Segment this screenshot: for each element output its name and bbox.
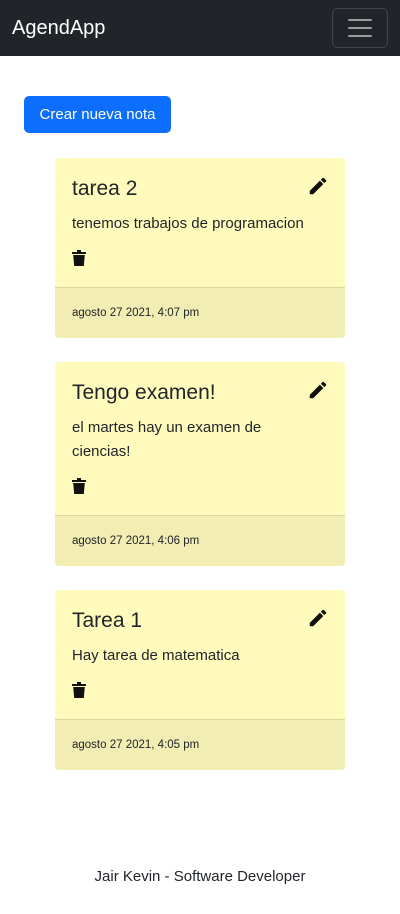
note-card: Tengo examen! el martes hay un examen de…	[55, 362, 345, 566]
note-date: agosto 27 2021, 4:06 pm	[72, 535, 200, 547]
trash-icon[interactable]	[72, 478, 86, 494]
note-date: agosto 27 2021, 4:05 pm	[72, 739, 200, 751]
navbar: AgendApp	[0, 0, 400, 56]
note-date: agosto 27 2021, 4:07 pm	[72, 307, 200, 319]
note-card: Tarea 1 Hay tarea de matematica agosto 2…	[55, 590, 345, 770]
note-title: Tengo examen!	[72, 381, 216, 404]
pencil-icon[interactable]	[307, 607, 329, 629]
trash-icon[interactable]	[72, 250, 86, 266]
pencil-icon[interactable]	[307, 175, 329, 197]
create-note-button[interactable]: Crear nueva nota	[24, 96, 171, 133]
note-footer: agosto 27 2021, 4:06 pm	[55, 515, 345, 566]
note-text: tenemos trabajos de programacion	[72, 215, 304, 232]
menu-toggle-button[interactable]	[332, 8, 388, 48]
brand-link[interactable]: AgendApp	[12, 18, 105, 38]
trash-icon[interactable]	[72, 682, 86, 698]
note-footer: agosto 27 2021, 4:05 pm	[55, 719, 345, 770]
note-card-body: Tengo examen! el martes hay un examen de…	[55, 362, 345, 494]
note-text: el martes hay un examen de ciencias!	[72, 419, 262, 460]
note-title: Tarea 1	[72, 609, 143, 632]
note-card: tarea 2 tenemos trabajos de programacion…	[55, 158, 345, 338]
hamburger-menu-icon	[348, 19, 372, 37]
pencil-icon[interactable]	[307, 379, 329, 401]
note-text: Hay tarea de matematica	[72, 647, 240, 664]
note-card-body: Tarea 1 Hay tarea de matematica	[55, 590, 345, 698]
page-footer: Jair Kevin - Software Developer	[94, 868, 306, 885]
note-card-body: tarea 2 tenemos trabajos de programacion	[55, 158, 345, 266]
note-title: tarea 2	[72, 177, 138, 200]
note-footer: agosto 27 2021, 4:07 pm	[55, 287, 345, 338]
